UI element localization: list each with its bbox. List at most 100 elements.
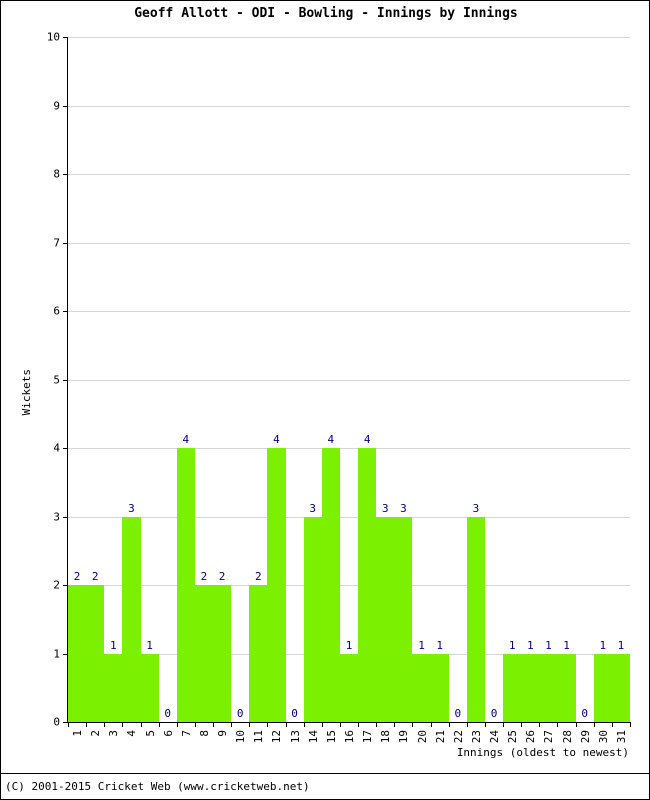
x-tick-label: 5 — [143, 730, 157, 737]
bar-value-label: 0 — [236, 707, 244, 720]
x-tick-mark — [194, 722, 196, 727]
x-tick-label: 25 — [506, 730, 520, 744]
x-axis-line — [67, 722, 631, 723]
x-tick-mark — [611, 722, 613, 727]
x-tick-label: 19 — [397, 730, 411, 744]
x-tick-mark — [213, 722, 215, 727]
x-tick-label: 1 — [71, 730, 85, 737]
bar — [611, 653, 630, 722]
x-tick-mark — [321, 722, 323, 727]
y-tick-mark — [63, 242, 68, 244]
bar — [358, 448, 377, 722]
footer-divider — [1, 773, 649, 774]
bar — [503, 653, 522, 722]
x-tick-label: 2 — [89, 730, 103, 737]
bar-value-label: 0 — [490, 707, 498, 720]
gridline — [68, 379, 630, 381]
x-tick-label: 15 — [324, 730, 338, 744]
y-tick-label: 8 — [53, 167, 60, 181]
x-tick-mark — [285, 722, 287, 727]
bar-value-label: 1 — [418, 638, 425, 652]
bar — [249, 585, 268, 722]
bar — [412, 653, 431, 722]
y-tick-mark — [63, 311, 68, 312]
x-tick-label: 9 — [216, 730, 230, 737]
y-tick-label: 9 — [53, 99, 60, 112]
x-tick-mark — [412, 722, 414, 727]
x-tick-label: 29 — [578, 730, 592, 744]
bar-value-label: 4 — [182, 433, 190, 446]
x-tick-mark — [521, 722, 523, 727]
plot-area: 0 1 2 3 4 5 6 7 8 9 10 221310422024034143311030111… — [47, 31, 630, 729]
y-tick-label: 1 — [53, 647, 60, 660]
bar — [194, 585, 214, 722]
bar-value-label: 1 — [436, 638, 443, 652]
gridline — [68, 242, 630, 244]
y-tick-mark — [63, 448, 68, 449]
bar-value-label: 0 — [454, 707, 462, 720]
bar-value-label: 1 — [508, 638, 516, 652]
x-tick-mark — [376, 722, 378, 727]
bar-value-label: 1 — [545, 638, 552, 652]
x-tick-label: 22 — [451, 730, 465, 744]
bar — [557, 653, 576, 722]
page-title: Geoff Allott - ODI - Bowling - Innings b… — [134, 6, 518, 21]
x-tick-mark — [575, 722, 577, 727]
x-tick-mark — [394, 722, 396, 727]
bar-value-label: 1 — [526, 638, 534, 652]
bar-value-label: 2 — [73, 570, 81, 583]
x-tick-mark — [430, 722, 432, 727]
x-tick-label: 3 — [107, 730, 121, 737]
x-tick-label: 20 — [415, 730, 429, 744]
gridline — [68, 174, 630, 175]
bar-value-label: 0 — [164, 707, 172, 720]
x-tick-mark — [503, 722, 505, 727]
x-tick-mark — [176, 722, 178, 727]
x-tick-label: 16 — [343, 730, 356, 744]
bar-value-label: 2 — [200, 570, 208, 583]
y-tick-mark — [63, 37, 68, 38]
x-tick-label: 10 — [234, 730, 248, 744]
y-tick-label: 10 — [46, 30, 60, 44]
bar-value-label: 3 — [309, 501, 317, 515]
y-tick-label: 2 — [53, 578, 60, 592]
x-tick-mark — [231, 722, 233, 727]
bar — [466, 516, 485, 722]
x-tick-mark — [557, 722, 559, 727]
x-tick-label: 30 — [596, 730, 610, 744]
chart-page: Geoff Allott - ODI - Bowling - Innings b… — [0, 0, 650, 800]
bar-value-label: 1 — [599, 638, 607, 652]
bar-value-label: 2 — [255, 570, 262, 583]
y-tick-mark — [63, 105, 68, 107]
bar-value-label: 1 — [617, 638, 625, 652]
gridline — [68, 448, 630, 449]
bar — [303, 516, 322, 722]
x-tick-mark — [140, 722, 142, 727]
x-axis-title: Innings (oldest to newest) — [456, 746, 629, 759]
x-tick-mark — [158, 722, 160, 727]
x-tick-mark — [249, 722, 251, 727]
gridline — [68, 311, 630, 312]
x-tick-mark — [86, 722, 88, 727]
bar-value-label: 3 — [128, 501, 135, 515]
x-tick-label: 8 — [197, 730, 211, 737]
x-tick-label: 24 — [488, 730, 502, 744]
bar-value-label: 2 — [218, 570, 226, 583]
x-tick-label: 21 — [433, 730, 447, 744]
bar-value-label: 0 — [581, 707, 588, 720]
x-tick-mark — [104, 722, 106, 727]
bar — [122, 516, 141, 722]
bar — [267, 448, 286, 722]
bar — [176, 448, 195, 722]
y-tick-mark — [63, 174, 68, 175]
x-tick-mark — [122, 722, 124, 727]
bar — [321, 448, 340, 722]
x-tick-label: 23 — [469, 730, 483, 744]
x-tick-label: 26 — [524, 730, 538, 744]
x-tick-mark — [267, 722, 269, 727]
bar-value-label: 4 — [273, 433, 280, 446]
bar — [213, 585, 232, 722]
gridline — [68, 105, 630, 107]
bar-value-label: 2 — [91, 570, 99, 583]
bar-value-label: 4 — [327, 433, 335, 446]
